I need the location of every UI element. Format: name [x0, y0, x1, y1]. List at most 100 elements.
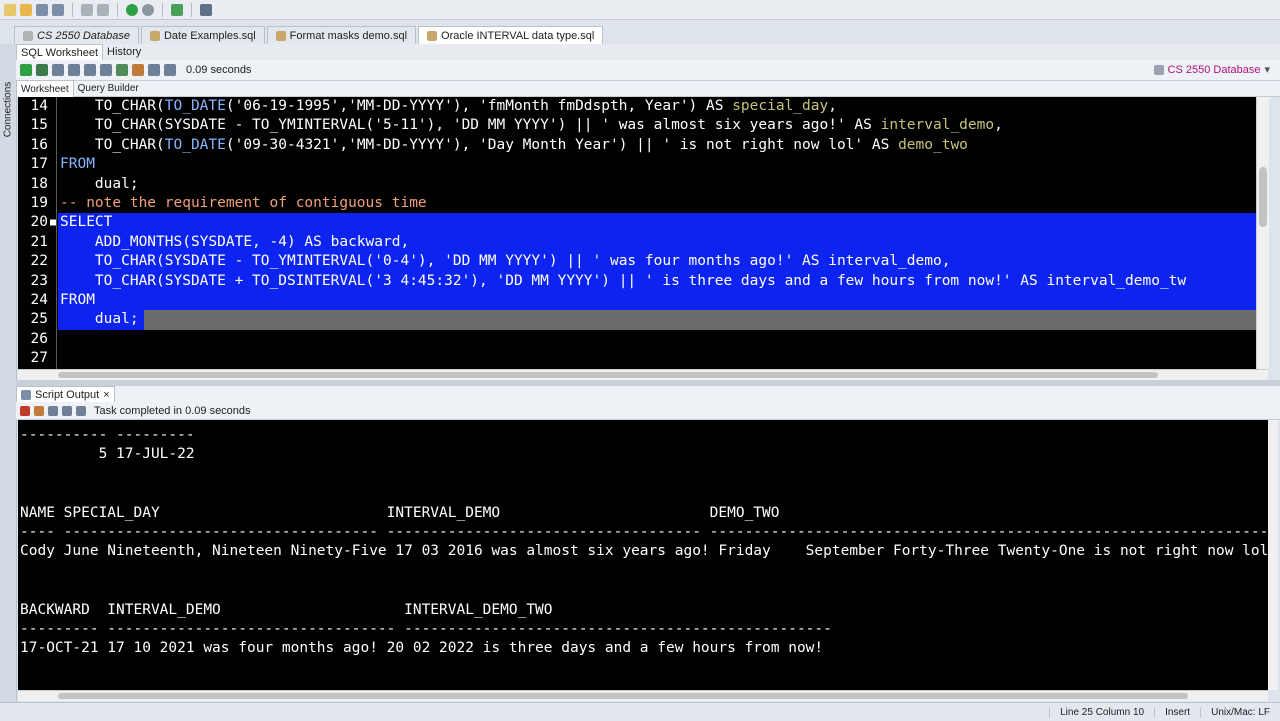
output-toolbar: Task completed in 0.09 seconds — [16, 402, 1280, 420]
code-text: dual; — [60, 310, 139, 329]
clear-icon[interactable] — [132, 64, 144, 76]
close-icon[interactable]: × — [103, 389, 109, 401]
code-line[interactable]: 25 dual; — [18, 310, 1256, 330]
code-line[interactable]: 14 TO_CHAR(TO_DATE('06-19-1995','MM-DD-Y… — [18, 97, 1256, 116]
token: ADD_MONTHS(SYSDATE, -4) AS backward, — [60, 233, 410, 250]
line-number: 14 — [30, 98, 48, 114]
token: dual; — [60, 311, 139, 328]
tab-label: Script Output — [35, 388, 100, 401]
connections-strip[interactable]: Connections — [0, 44, 17, 720]
code-line[interactable]: 23 TO_CHAR(SYSDATE + TO_DSINTERVAL('3 4:… — [18, 271, 1256, 291]
tab-date-examples[interactable]: Date Examples.sql — [140, 26, 265, 44]
code-line[interactable]: 27 — [18, 349, 1256, 368]
code-text: TO_CHAR(SYSDATE - TO_YMINTERVAL('0-4'), … — [60, 252, 951, 271]
output-line: Cody June Nineteenth, Nineteen Ninety-Fi… — [20, 543, 1268, 560]
text-case-icon[interactable] — [164, 64, 176, 76]
tab-script-output[interactable]: Script Output × — [16, 386, 115, 402]
tab-cs2550-database[interactable]: CS 2550 Database — [14, 26, 139, 44]
output-line: ---- -----------------------------------… — [20, 524, 1268, 540]
line-number: 23 — [30, 272, 48, 289]
debug-icon[interactable] — [171, 3, 183, 16]
code-line[interactable]: 18 dual; — [18, 175, 1256, 194]
undo-icon[interactable] — [81, 3, 93, 16]
tab-worksheet[interactable]: Worksheet — [16, 80, 74, 97]
editor-horizontal-scrollbar[interactable] — [18, 369, 1268, 380]
code-line[interactable]: 17 FROM — [18, 155, 1256, 174]
scroll-thumb[interactable] — [58, 372, 1158, 378]
save-icon[interactable] — [36, 3, 48, 16]
editor-view-tabs: Worksheet Query Builder — [16, 80, 1280, 97]
code-line[interactable]: 15 TO_CHAR(SYSDATE - TO_YMINTERVAL('5-11… — [18, 116, 1256, 135]
document-tabs: CS 2550 Database Date Examples.sql Forma… — [0, 24, 1280, 44]
script-output: ---------- --------- 5 17-JUL-22 NAME SPE… — [18, 420, 1268, 690]
line-number: 24 — [30, 292, 48, 308]
tab-format-masks-demo[interactable]: Format masks demo.sql — [266, 26, 417, 44]
tab-history[interactable]: History — [103, 44, 145, 60]
code-text: FROM — [60, 155, 95, 174]
eraser-icon[interactable] — [34, 405, 44, 416]
commit-icon[interactable] — [52, 64, 64, 76]
tab-sql-worksheet[interactable]: SQL Worksheet — [16, 43, 104, 61]
tab-label: Date Examples.sql — [163, 29, 256, 42]
redo-icon[interactable] — [97, 3, 109, 16]
connection-selector[interactable]: CS 2550 Database ▾ — [1150, 63, 1270, 76]
line-number: 22 — [30, 253, 48, 270]
pin-icon[interactable] — [20, 405, 30, 416]
editor-vertical-scrollbar[interactable] — [1256, 97, 1269, 369]
line-number: 18 — [30, 175, 48, 192]
back-icon[interactable] — [142, 3, 154, 16]
code-line[interactable]: 21 ADD_MONTHS(SYSDATE, -4) AS backward, — [18, 232, 1256, 253]
output-line: 17-OCT-21 17 10 2021 was four months ago… — [20, 640, 824, 657]
sql-file-icon — [427, 30, 438, 41]
code-line[interactable]: 16 TO_CHAR(TO_DATE('09-30-4321','MM-DD-Y… — [18, 136, 1256, 155]
code-text: FROM — [60, 291, 95, 310]
code-line[interactable]: 24 FROM — [18, 291, 1256, 311]
code-line[interactable]: 19 -- note the requirement of contiguous … — [18, 194, 1256, 213]
code-line[interactable]: 26 — [18, 330, 1256, 349]
explain-icon[interactable] — [84, 64, 96, 76]
save-all-icon[interactable] — [52, 3, 64, 16]
code-text: TO_CHAR(TO_DATE('06-19-1995','MM-DD-YYYY… — [60, 97, 837, 116]
output-horizontal-scrollbar[interactable] — [18, 690, 1268, 701]
fold-marker-icon[interactable]: ■ — [50, 213, 56, 232]
code-text: TO_CHAR(SYSDATE + TO_DSINTERVAL('3 4:45:… — [60, 272, 1186, 291]
sql-tuning-icon[interactable] — [148, 64, 160, 76]
worksheet-toolbar: 0.09 seconds CS 2550 Database ▾ — [16, 60, 1280, 81]
print-icon[interactable] — [62, 405, 72, 416]
scroll-thumb[interactable] — [58, 693, 1188, 699]
binoculars-icon[interactable] — [200, 3, 212, 16]
selection-highlight — [58, 291, 1256, 311]
code-line[interactable]: 20 ■ SELECT — [18, 213, 1256, 233]
new-file-icon[interactable] — [4, 3, 16, 16]
buffer-icon[interactable] — [76, 405, 86, 416]
line-number: 26 — [30, 330, 48, 347]
format-icon[interactable] — [116, 64, 128, 76]
output-line: NAME SPECIAL_DAY INTERVAL_DEMO DEMO_TWO — [20, 504, 780, 521]
run-script-icon[interactable] — [36, 64, 48, 76]
token-cmt: -- note the requirement of contiguous ti… — [60, 195, 427, 211]
run-statement-icon[interactable] — [20, 64, 32, 76]
rollback-icon[interactable] — [68, 64, 80, 76]
tab-label: Format masks demo.sql — [289, 29, 408, 42]
code-text: TO_CHAR(SYSDATE - TO_YMINTERVAL('5-11'),… — [60, 116, 1003, 135]
token: TO_CHAR(SYSDATE - TO_YMINTERVAL('0-4'), … — [60, 253, 951, 270]
database-icon — [1153, 64, 1164, 75]
run-icon[interactable] — [126, 3, 138, 16]
open-folder-icon[interactable] — [20, 3, 32, 16]
sql-editor[interactable]: 14 TO_CHAR(TO_DATE('06-19-1995','MM-DD-Y… — [18, 97, 1268, 369]
cursor-position: Line 25 Column 10 — [1049, 706, 1154, 718]
code-line[interactable]: 22 TO_CHAR(SYSDATE - TO_YMINTERVAL('0-4'… — [18, 252, 1256, 272]
output-line: 5 17-JUL-22 — [20, 446, 195, 463]
output-vertical-scrollbar[interactable] — [1268, 420, 1278, 690]
code-text: ADD_MONTHS(SYSDATE, -4) AS backward, — [60, 233, 409, 252]
autotrace-icon[interactable] — [100, 64, 112, 76]
code-text: dual; — [60, 175, 139, 194]
tab-oracle-interval[interactable]: Oracle INTERVAL data type.sql — [418, 26, 604, 44]
scroll-thumb[interactable] — [1259, 167, 1267, 227]
sql-file-icon — [149, 30, 160, 41]
tab-query-builder[interactable]: Query Builder — [74, 81, 143, 97]
token: TO_CHAR(SYSDATE + TO_DSINTERVAL('3 4:45:… — [60, 272, 1187, 289]
output-tabbar: Script Output × — [16, 386, 1280, 402]
save-icon[interactable] — [48, 405, 58, 416]
token-kw: FROM — [60, 156, 95, 173]
